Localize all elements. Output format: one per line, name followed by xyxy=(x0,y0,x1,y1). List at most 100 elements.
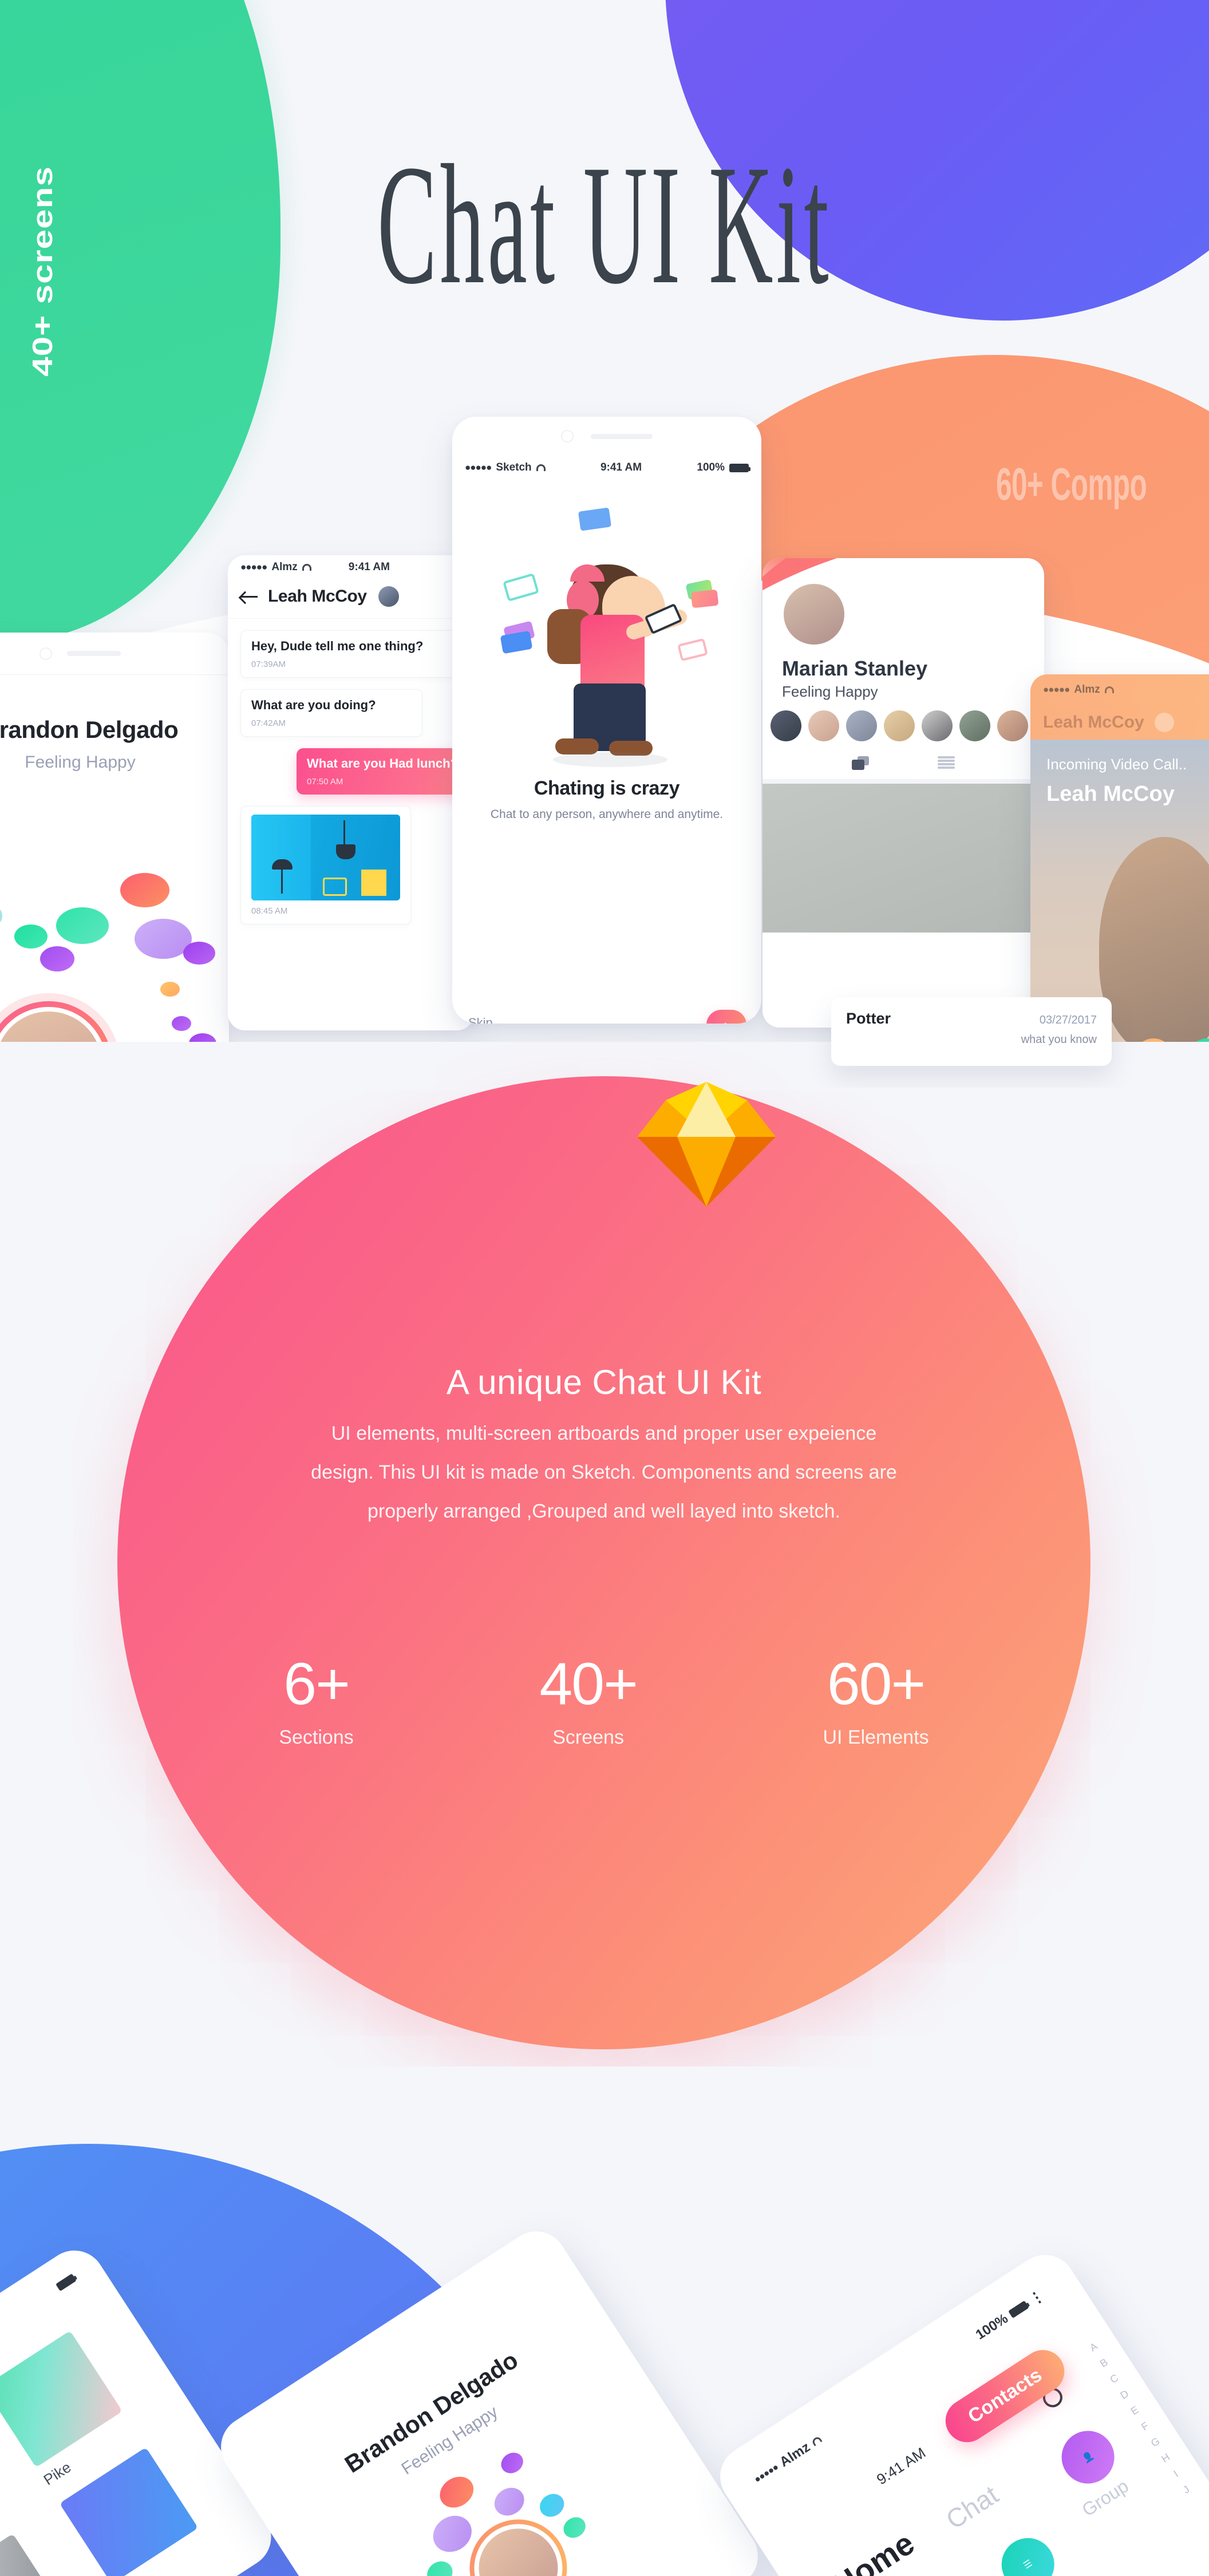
signal-dots-icon: ●●●●● xyxy=(1043,684,1070,695)
list-view-icon[interactable] xyxy=(938,756,955,769)
feature-body: UI elements, multi-screen artboards and … xyxy=(311,1423,897,1522)
recent-icon[interactable]: ☰ xyxy=(991,2528,1065,2576)
stat-sections: 6+ Sections xyxy=(279,1654,353,1749)
onboarding-subline: Chat to any person, anywhere and anytime… xyxy=(490,808,724,821)
alpha-index-letter[interactable]: D xyxy=(1118,2388,1131,2402)
statusbar-right: 100% xyxy=(697,461,750,474)
call-navbar: Leah McCoy xyxy=(1030,705,1209,740)
stat-number: 60+ xyxy=(827,1651,926,1717)
statusbar-time: 9:41 AM xyxy=(600,461,642,473)
tab-home[interactable]: Home xyxy=(826,2524,921,2576)
alpha-index-letter[interactable]: J xyxy=(1181,2483,1192,2496)
avatar[interactable] xyxy=(959,710,990,741)
gallery-thumbnail[interactable] xyxy=(0,2534,65,2576)
alpha-index-letter[interactable]: E xyxy=(1129,2404,1141,2417)
alpha-index-letter[interactable]: G xyxy=(1149,2435,1162,2449)
tab-chat[interactable]: Chat xyxy=(941,2479,1004,2535)
signal-dots-icon: ●●●●● xyxy=(465,462,492,473)
chat-message-image: 08:45 AM xyxy=(240,806,411,924)
phone-notch xyxy=(452,417,761,456)
carrier-label: Almz xyxy=(271,561,298,573)
speaker-grill xyxy=(591,433,653,439)
carrier-label: Almz xyxy=(1074,683,1100,696)
chat-message-in: Hey, Dude tell me one thing? 07:39AM xyxy=(240,630,461,678)
call-nav-title: Leah McCoy xyxy=(1043,713,1144,732)
message-card-potter[interactable]: Potter 03/27/2017 what you know xyxy=(831,997,1112,1066)
page-title: Chat UI Kit xyxy=(377,129,832,319)
phone-mockup-onboarding: ●●●●● Sketch 9:41 AM 100% Chating is cra… xyxy=(452,417,761,1024)
alpha-index-letter[interactable]: C xyxy=(1108,2372,1120,2387)
avatar[interactable] xyxy=(771,710,801,741)
back-arrow-icon[interactable] xyxy=(240,591,258,602)
hero-section: 60+ Compo 40+ screens Chat UI Kit Brando… xyxy=(0,0,1209,1088)
grid-view-icon[interactable] xyxy=(852,756,869,770)
message-text: What are you doing? xyxy=(251,698,376,712)
next-button[interactable]: › xyxy=(706,1010,746,1024)
profile-name: Brandon Delgado xyxy=(0,716,179,743)
stat-number: 40+ xyxy=(539,1651,638,1717)
wifi-icon xyxy=(302,564,311,571)
profile-avatar xyxy=(782,582,846,646)
stat-ui-elements: 60+ UI Elements xyxy=(823,1654,929,1749)
phone-mockup-contact-profile: × Marian Stanley Feeling Happy xyxy=(762,558,1044,1028)
contact-avatar xyxy=(377,585,400,608)
alpha-index-letter[interactable]: F xyxy=(1139,2420,1151,2433)
onboarding-statusbar: ●●●●● Sketch 9:41 AM 100% xyxy=(452,456,761,480)
camera-icon xyxy=(39,647,52,660)
battery-percent: 100% xyxy=(973,2310,1011,2343)
avatar[interactable] xyxy=(997,710,1028,741)
skip-button[interactable]: Skip xyxy=(468,1016,493,1024)
avatar[interactable] xyxy=(922,710,953,741)
feature-title: A unique Chat UI Kit xyxy=(446,1363,762,1401)
signal-dots-icon: ●●●●● xyxy=(240,562,267,572)
ghost-components-text: 60+ Compo xyxy=(996,459,1147,509)
chat-header: Leah McCoy xyxy=(228,579,474,619)
caller-name: Leah McCoy xyxy=(1046,782,1175,806)
card-sender: Potter xyxy=(846,1010,891,1027)
feature-section: A unique Chat UI Kit UI elements, multi-… xyxy=(0,1042,1209,2067)
camera-icon xyxy=(561,430,574,442)
statusbar-left: ●●●●● Almz xyxy=(750,2431,825,2488)
onboarding-headline: Chating is crazy xyxy=(534,777,680,799)
statusbar-time: 9:41 AM xyxy=(348,561,390,573)
profile-tabs[interactable] xyxy=(762,750,1044,784)
ghost-components-label: 60+ Compo xyxy=(996,461,1209,507)
phone-mockup-profile: Brandon Delgado Feeling Happy xyxy=(0,633,229,1073)
alpha-index-letter[interactable]: I xyxy=(1172,2468,1181,2480)
statusbar-left: ●●●●● Almz xyxy=(240,561,311,574)
screens-badge: 40+ screens xyxy=(25,166,61,377)
avatar[interactable] xyxy=(884,710,915,741)
carrier-label: Almz xyxy=(776,2439,813,2470)
screens-badge-text: 40+ screens xyxy=(27,166,59,377)
avatar[interactable] xyxy=(808,710,839,741)
incoming-call-label: Incoming Video Call.. xyxy=(1046,756,1187,773)
contacts-avatar-row[interactable] xyxy=(762,701,1044,750)
phone-mockup-chat: ●●●●● Almz 9:41 AM Leah McCoy Hey, Dude … xyxy=(228,555,474,1030)
wifi-icon xyxy=(811,2435,823,2447)
battery-icon xyxy=(56,2273,77,2291)
close-icon[interactable]: × xyxy=(1007,586,1027,607)
message-time: 08:45 AM xyxy=(251,906,288,916)
message-photo xyxy=(251,815,400,900)
stat-caption: Sections xyxy=(279,1726,354,1748)
avatar[interactable] xyxy=(846,710,877,741)
profile-status: Feeling Happy xyxy=(782,683,878,700)
alpha-index-letter[interactable]: H xyxy=(1159,2451,1172,2466)
phone-notch xyxy=(0,633,229,675)
avatar xyxy=(1154,713,1174,732)
profile-photo xyxy=(762,784,1044,933)
carrier-label: Sketch xyxy=(496,461,532,473)
phone-mockup-home: ●●●●● Almz 100% ⋮ 9:41 AM Home Chat Cont… xyxy=(708,2243,1209,2576)
onboarding-body: Chating is crazy Chat to any person, any… xyxy=(452,480,761,1024)
message-text: What are you Had lunch? xyxy=(307,756,459,771)
alpha-index-letter[interactable]: B xyxy=(1098,2356,1111,2370)
profile-status: Feeling Happy xyxy=(25,753,136,772)
battery-percent: 100% xyxy=(697,461,725,473)
card-date: 03/27/2017 xyxy=(1039,1014,1097,1026)
chat-contact-name: Leah McCoy xyxy=(268,587,367,606)
alpha-index-letter[interactable]: A xyxy=(1088,2340,1100,2354)
onboarding-illustration xyxy=(452,480,761,777)
stat-caption: UI Elements xyxy=(823,1726,929,1748)
signal-dots-icon: ●●●●● xyxy=(752,2461,780,2485)
bottom-section: 100% Torphy Pike Brandon Delgado F xyxy=(0,2067,1209,2576)
